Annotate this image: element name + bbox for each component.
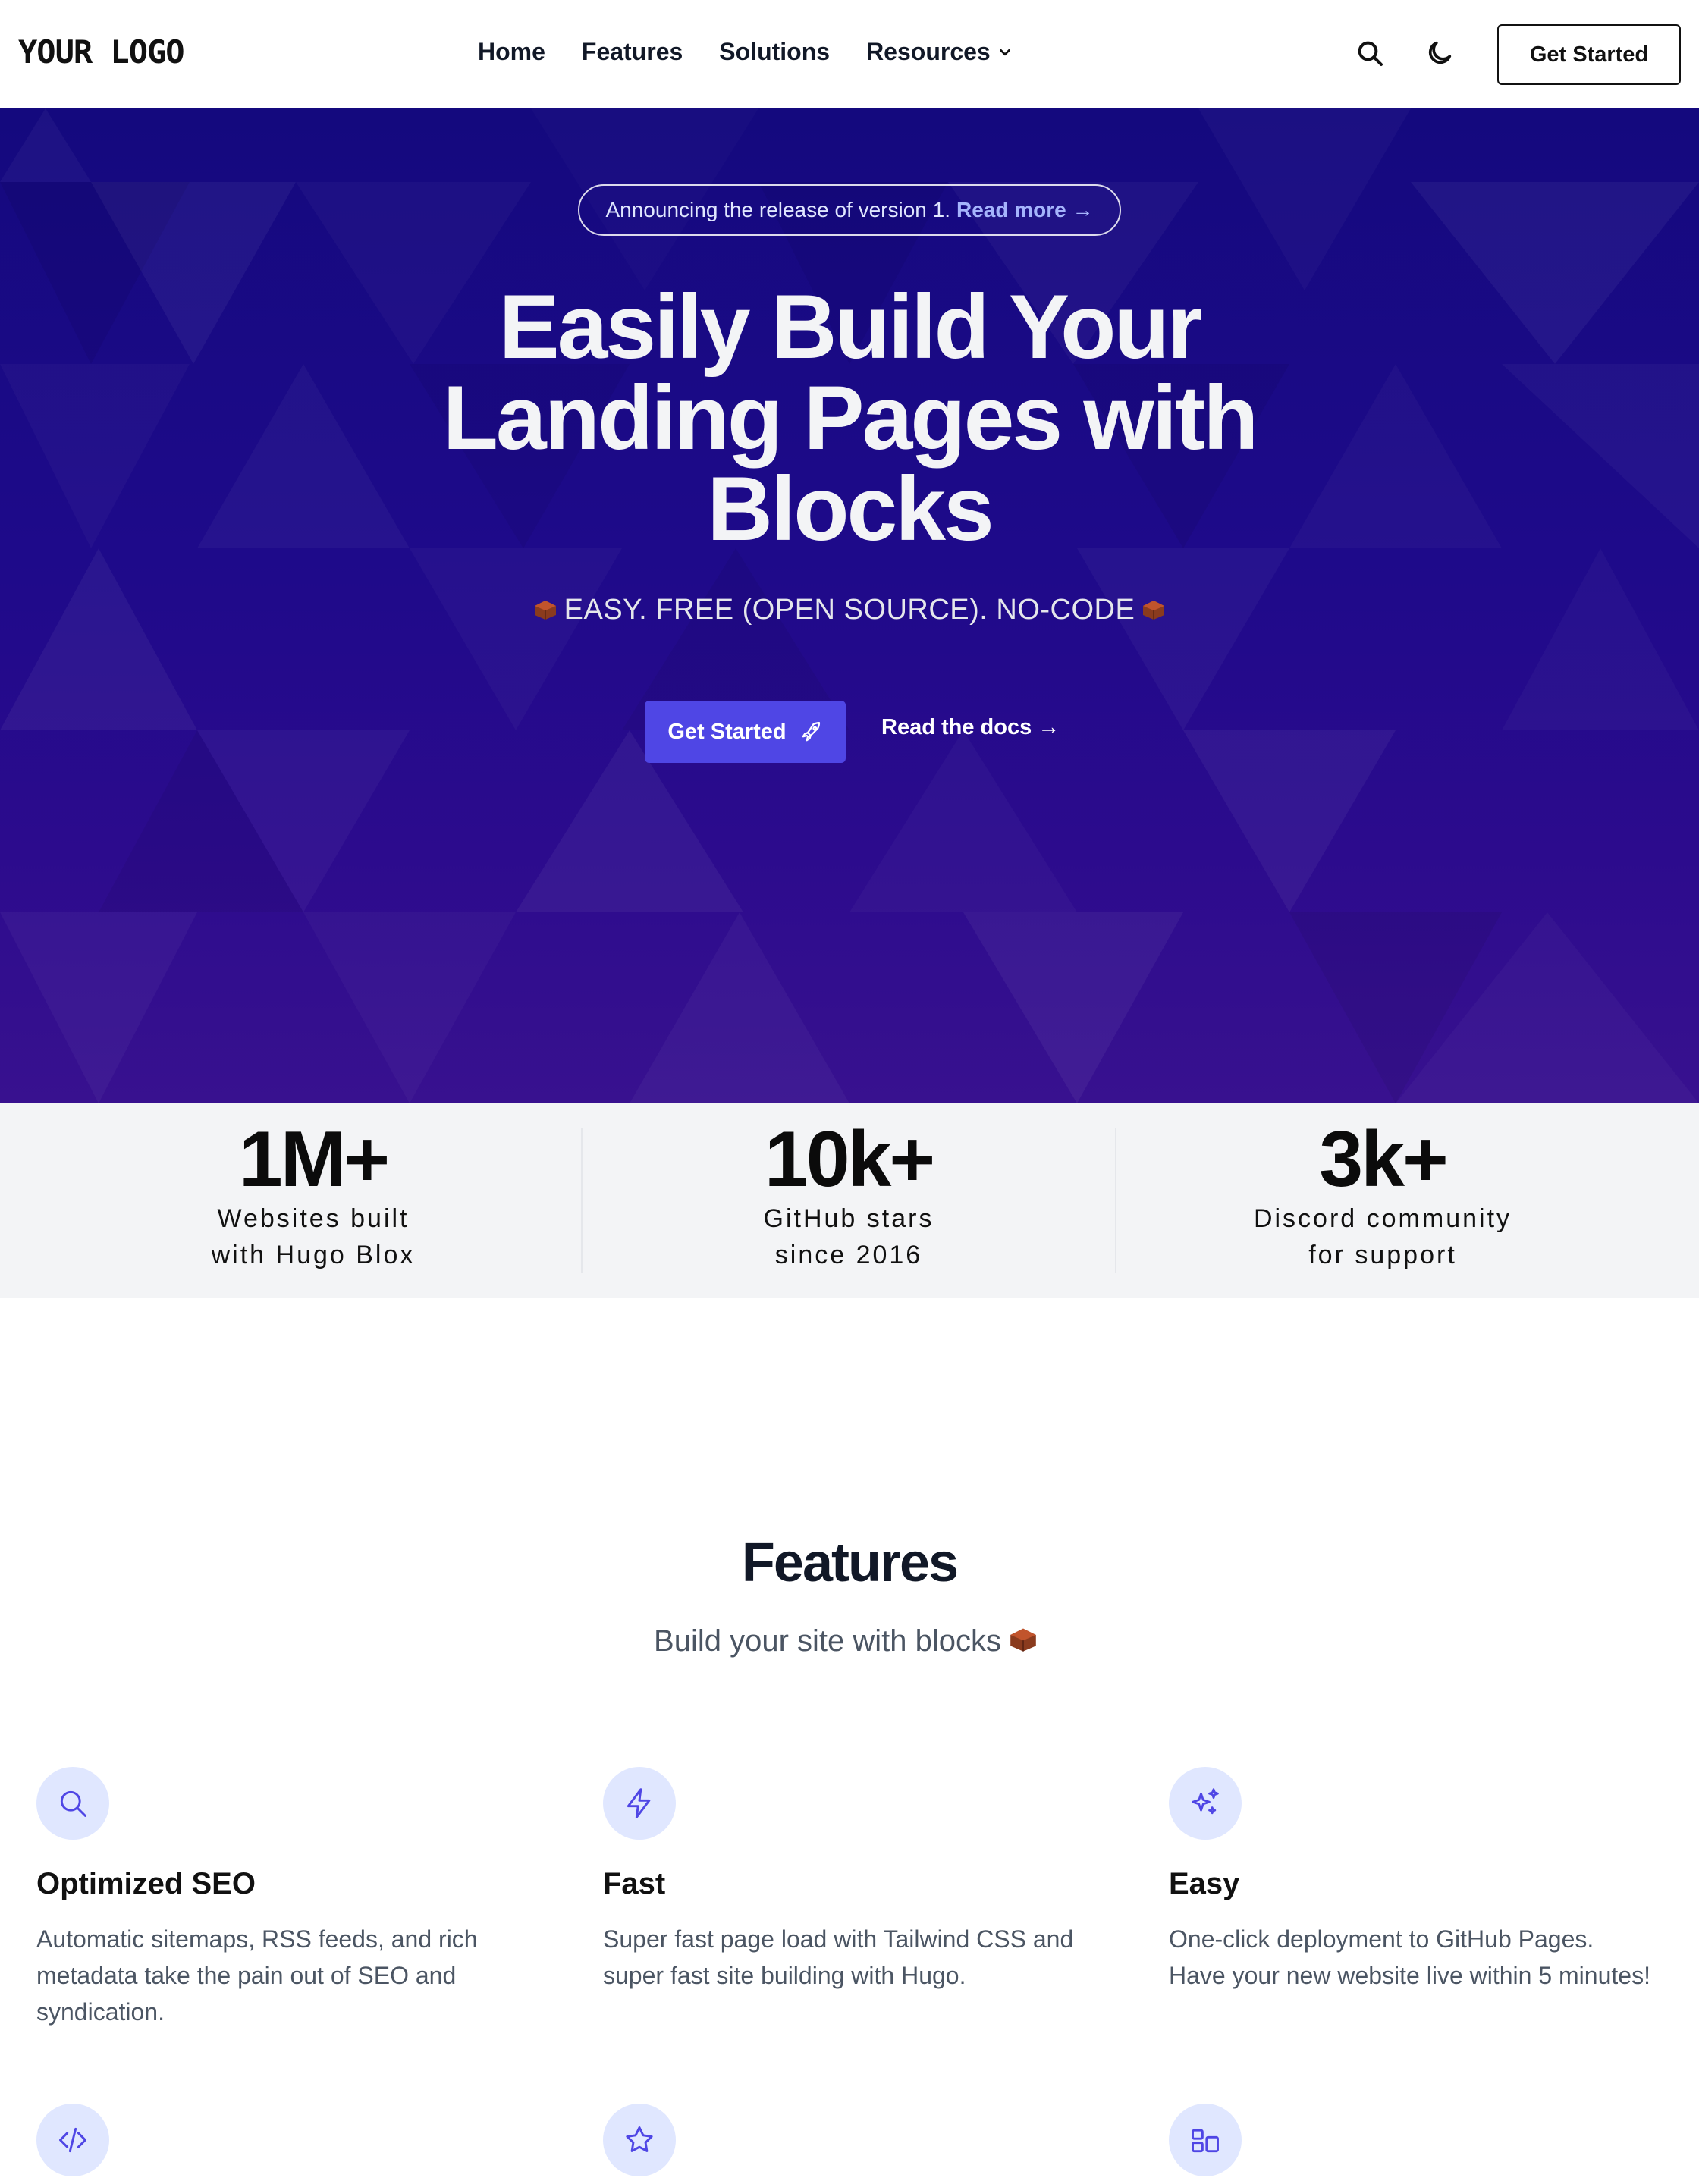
get-started-hero-button[interactable]: Get Started — [645, 701, 846, 763]
feature-description: Super fast page load with Tailwind CSS a… — [603, 1925, 1074, 1989]
features-subtitle: Build your site with blocks — [0, 1624, 1699, 1658]
rocket-icon — [802, 722, 820, 742]
feature-icon-badge — [36, 1767, 109, 1840]
stat-label: Discord community for support — [1253, 1204, 1512, 1269]
feature-title: Easy — [1169, 1867, 1240, 1900]
nav-actions — [1355, 38, 1455, 68]
nav-resources-dropdown[interactable]: Resources — [866, 38, 1013, 66]
brick-icon — [1143, 601, 1165, 620]
star-icon — [626, 2126, 653, 2152]
feature-description: One-click deployment to GitHub Pages. Ha… — [1169, 1925, 1650, 1989]
nav-features-link[interactable]: Features — [582, 38, 683, 66]
stat-value: 1M+ — [238, 1116, 390, 1203]
feature-card-code — [36, 2104, 522, 2176]
feature-icon-badge — [603, 1767, 676, 1840]
feature-card-fast: Fast Super fast page load with Tailwind … — [603, 1767, 1088, 1994]
site-logo[interactable]: YOUR LOGO — [18, 33, 185, 71]
stat-value: 3k+ — [1319, 1116, 1448, 1203]
feature-icon-badge — [1169, 2104, 1242, 2176]
read-more-link[interactable]: Read more → — [956, 198, 1094, 222]
feature-card-seo: Optimized SEO Automatic sitemaps, RSS fe… — [36, 1767, 522, 2030]
hero-tagline: EASY. FREE (OPEN SOURCE). NO-CODE — [319, 594, 1380, 626]
code-icon — [59, 2127, 86, 2153]
announcement-text: Announcing the release of version 1. — [605, 198, 951, 221]
bolt-icon — [627, 1788, 651, 1818]
search-icon[interactable] — [1355, 38, 1385, 68]
nav-resources-label: Resources — [866, 38, 991, 65]
feature-description: Automatic sitemaps, RSS feeds, and rich … — [36, 1925, 478, 2026]
stat-label: GitHub stars since 2016 — [763, 1204, 934, 1269]
stat-label: Websites built with Hugo Blox — [211, 1204, 416, 1269]
announcement-pill[interactable]: Announcing the release of version 1. Rea… — [578, 184, 1121, 236]
hero-title: Easily Build Your Landing Pages with Blo… — [442, 276, 1259, 560]
get-started-label: Get Started — [667, 719, 787, 744]
tagline-text: EASY. FREE (OPEN SOURCE). NO-CODE — [564, 594, 1135, 626]
navbar: YOUR LOGO Home Features Solutions Resour… — [0, 0, 1699, 108]
nav-solutions-link[interactable]: Solutions — [719, 38, 830, 66]
stat-websites: 1M+ Websites built with Hugo Blox — [30, 1103, 596, 1298]
sparkles-icon — [1192, 1788, 1219, 1815]
moon-icon[interactable] — [1424, 38, 1455, 68]
feature-title: Fast — [603, 1867, 666, 1900]
layout-icon — [1192, 2129, 1219, 2153]
feature-icon-badge — [603, 2104, 676, 2176]
stat-value: 10k+ — [764, 1116, 935, 1203]
feature-card-star — [603, 2104, 1088, 2176]
features-title: Features — [741, 1533, 959, 1593]
nav-home-link[interactable]: Home — [478, 38, 545, 66]
read-the-docs-link[interactable]: Read the docs → — [881, 715, 1060, 740]
feature-card-layout — [1169, 2104, 1654, 2176]
brick-icon — [534, 601, 556, 620]
stat-discord: 3k+ Discord community for support — [1100, 1103, 1666, 1298]
stat-github-stars: 10k+ GitHub stars since 2016 — [566, 1103, 1132, 1298]
get-started-nav-button[interactable]: Get Started — [1497, 24, 1681, 85]
feature-icon-badge — [36, 2104, 109, 2176]
features-subtitle-text: Build your site with blocks — [654, 1624, 1001, 1658]
feature-card-easy: Easy One-click deployment to GitHub Page… — [1169, 1767, 1654, 1994]
feature-icon-badge — [1169, 1767, 1242, 1840]
chevron-down-icon — [999, 49, 1010, 55]
feature-title: Optimized SEO — [36, 1867, 256, 1900]
magnifying-glass-icon — [60, 1790, 86, 1817]
hero-section: Announcing the release of version 1. Rea… — [0, 108, 1699, 1103]
main-menu: Home Features Solutions Resources — [478, 38, 1013, 66]
brick-icon — [1010, 1628, 1036, 1652]
stats-section: 1M+ Websites built with Hugo Blox 10k+ G… — [0, 1103, 1699, 1298]
